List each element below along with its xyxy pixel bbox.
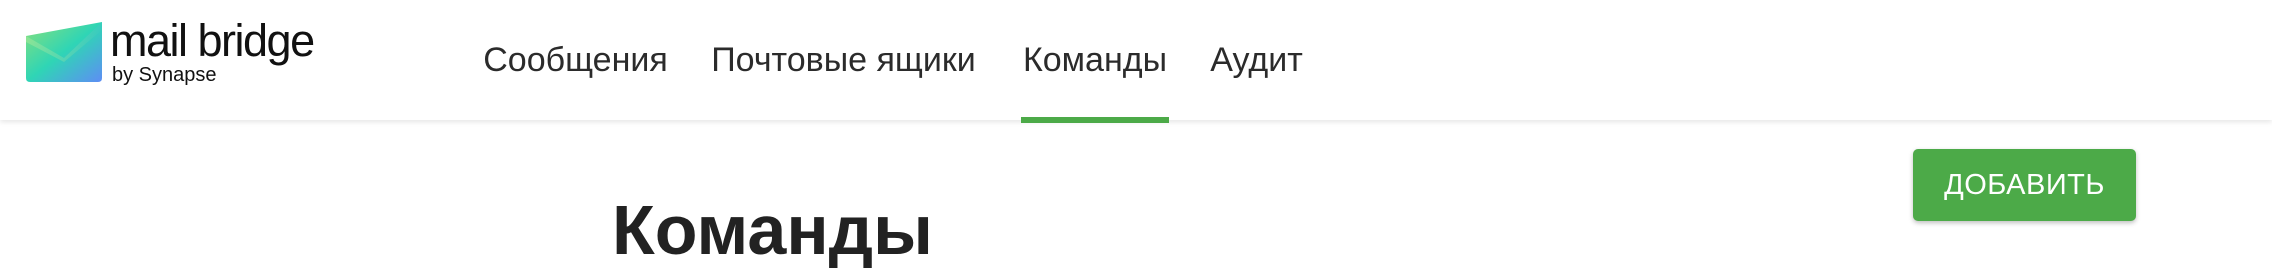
page-title: Команды xyxy=(612,190,933,269)
tab-label: Команды xyxy=(1022,40,1168,79)
tab-messages[interactable]: Сообщения xyxy=(483,0,668,120)
active-tab-indicator xyxy=(1021,117,1169,123)
app-header: mail bridge by Synapse Сообщения Почтовы… xyxy=(0,0,2272,123)
envelope-gradient-logo-icon xyxy=(26,22,102,82)
tab-mailboxes[interactable]: Почтовые ящики xyxy=(706,0,981,120)
add-button[interactable]: ДОБАВИТЬ xyxy=(1913,149,2136,221)
brand-logo[interactable]: mail bridge by Synapse xyxy=(24,18,324,90)
tab-label: Аудит xyxy=(1210,40,1303,79)
tab-teams[interactable]: Команды xyxy=(1021,0,1169,123)
brand-byline: by Synapse xyxy=(112,64,217,86)
tab-audit[interactable]: Аудит xyxy=(1207,0,1306,120)
tab-label: Почтовые ящики xyxy=(711,40,976,79)
tab-label: Сообщения xyxy=(483,40,668,79)
brand-name: mail bridge xyxy=(110,15,315,66)
